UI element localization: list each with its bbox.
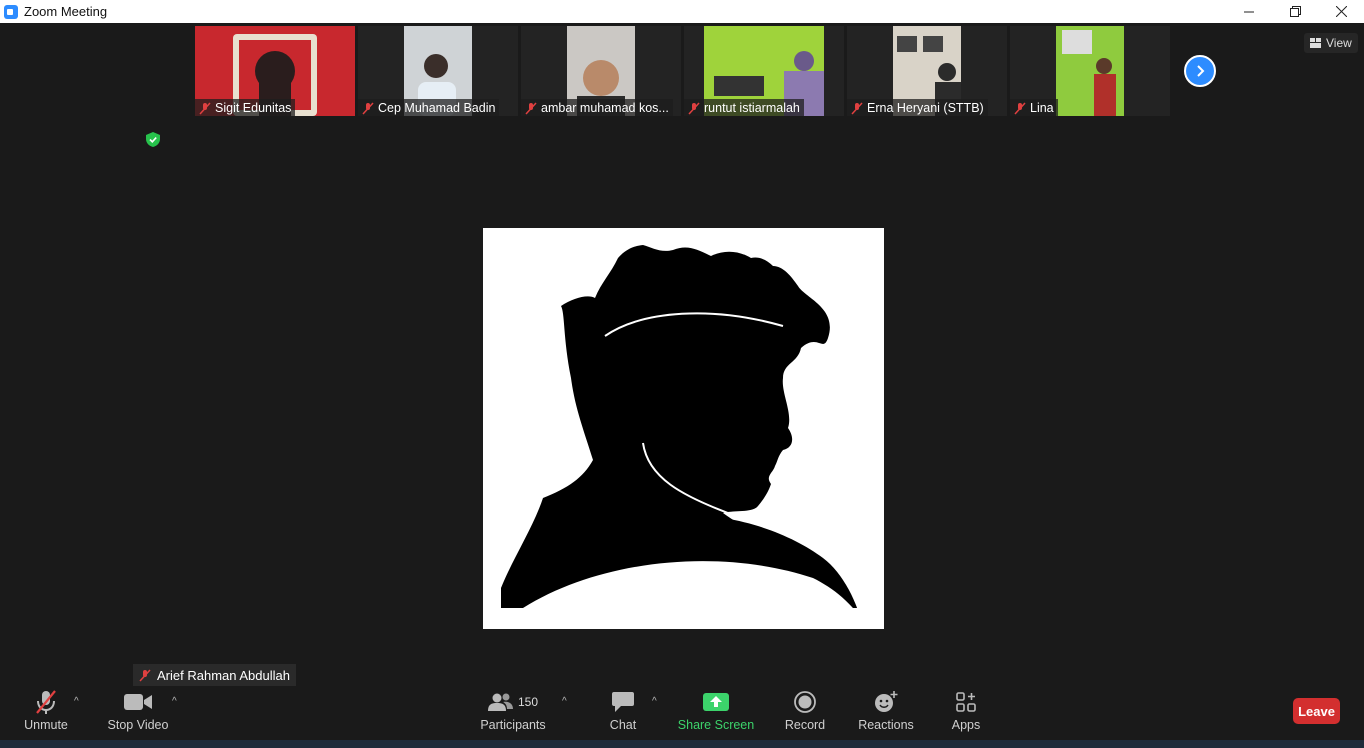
- apps-icon: [956, 688, 976, 716]
- close-icon: [1335, 6, 1347, 17]
- minimize-icon: [1244, 11, 1254, 12]
- audio-options-caret[interactable]: ^: [74, 696, 79, 707]
- mic-muted-icon: [199, 101, 211, 115]
- participant-name: runtut istiarmalah: [704, 101, 800, 115]
- unmute-label: Unmute: [24, 718, 68, 732]
- video-options-caret[interactable]: ^: [172, 696, 177, 707]
- meeting-area: Sigit Edunitas Cep Muhamad Badin ambar m…: [0, 23, 1364, 688]
- participant-name: Erna Heryani (STTB): [867, 101, 984, 115]
- share-screen-button[interactable]: Share Screen: [678, 688, 754, 736]
- participant-tile[interactable]: runtut istiarmalah: [684, 26, 844, 116]
- window-controls: [1226, 0, 1364, 23]
- stop-video-label: Stop Video: [107, 718, 169, 732]
- mic-muted-icon: [688, 101, 700, 115]
- participant-name-tag: Sigit Edunitas: [195, 99, 296, 116]
- participant-name-tag: Erna Heryani (STTB): [847, 99, 988, 116]
- record-label: Record: [784, 718, 826, 732]
- chat-options-caret[interactable]: ^: [652, 696, 657, 707]
- video-camera-icon: [124, 688, 152, 716]
- person-image: [1062, 30, 1116, 116]
- participant-name-tag: ambar muhamad kos...: [521, 99, 673, 116]
- record-button[interactable]: Record: [784, 688, 826, 736]
- apps-label: Apps: [951, 718, 981, 732]
- leave-button[interactable]: Leave: [1293, 698, 1340, 724]
- participant-tile[interactable]: Sigit Edunitas: [195, 26, 355, 116]
- chevron-right-icon: [1197, 65, 1205, 77]
- active-speaker-video: [483, 228, 884, 629]
- participants-button[interactable]: 150 Participants: [480, 688, 546, 736]
- mic-muted-icon: [34, 688, 58, 716]
- reactions-button[interactable]: Reactions: [858, 688, 914, 736]
- mic-muted-icon: [139, 668, 151, 682]
- participant-name: Sigit Edunitas: [215, 101, 292, 115]
- stop-video-button[interactable]: Stop Video: [106, 688, 170, 736]
- chat-label: Chat: [609, 718, 637, 732]
- participant-strip: Sigit Edunitas Cep Muhamad Badin ambar m…: [195, 26, 1170, 116]
- mic-muted-icon: [362, 101, 374, 115]
- participant-tile[interactable]: ambar muhamad kos...: [521, 26, 681, 116]
- participant-name-tag: Cep Muhamad Badin: [358, 99, 500, 116]
- share-screen-icon: [703, 688, 729, 716]
- participant-tile[interactable]: Lina: [1010, 26, 1170, 116]
- participant-video: [1056, 26, 1124, 116]
- participant-tile[interactable]: Erna Heryani (STTB): [847, 26, 1007, 116]
- silhouette-avatar-image: [483, 245, 884, 629]
- meeting-toolbar: Unmute ^ Stop Video ^ 150 Participants ^…: [0, 688, 1364, 736]
- minimize-button[interactable]: [1226, 0, 1272, 23]
- chat-button[interactable]: Chat: [604, 688, 642, 736]
- zoom-app-icon: [4, 4, 18, 19]
- participants-label: Participants: [480, 718, 546, 732]
- participant-name: Cep Muhamad Badin: [378, 101, 496, 115]
- mic-muted-icon: [525, 101, 537, 115]
- unmute-button[interactable]: Unmute: [20, 688, 72, 736]
- window-title: Zoom Meeting: [24, 4, 108, 19]
- mic-muted-icon: [1014, 101, 1026, 115]
- smiley-add-icon: [874, 688, 898, 716]
- next-page-button[interactable]: [1184, 55, 1216, 87]
- title-bar: Zoom Meeting: [0, 0, 1364, 23]
- close-button[interactable]: [1318, 0, 1364, 23]
- active-speaker-name: Arief Rahman Abdullah: [157, 667, 290, 683]
- active-speaker-name-tag: Arief Rahman Abdullah: [133, 664, 296, 686]
- mic-muted-icon: [851, 101, 863, 115]
- participants-count: 150: [517, 695, 539, 709]
- apps-button[interactable]: Apps: [948, 688, 984, 736]
- reactions-label: Reactions: [858, 718, 914, 732]
- view-label: View: [1326, 36, 1352, 50]
- participant-name: ambar muhamad kos...: [541, 101, 669, 115]
- participants-icon: 150: [487, 688, 539, 716]
- encryption-shield-icon[interactable]: [146, 132, 160, 147]
- participant-name-tag: Lina: [1010, 99, 1058, 116]
- participant-tile[interactable]: Cep Muhamad Badin: [358, 26, 518, 116]
- participants-options-caret[interactable]: ^: [562, 696, 567, 707]
- restore-icon: [1289, 6, 1301, 17]
- os-taskbar: [0, 740, 1364, 748]
- record-icon: [794, 688, 816, 716]
- restore-button[interactable]: [1272, 0, 1318, 23]
- chat-bubble-icon: [611, 688, 635, 716]
- view-button[interactable]: View: [1304, 33, 1358, 53]
- grid-view-icon: [1310, 38, 1321, 48]
- share-screen-label: Share Screen: [677, 718, 755, 732]
- participant-name-tag: runtut istiarmalah: [684, 99, 804, 116]
- participant-name: Lina: [1030, 101, 1054, 115]
